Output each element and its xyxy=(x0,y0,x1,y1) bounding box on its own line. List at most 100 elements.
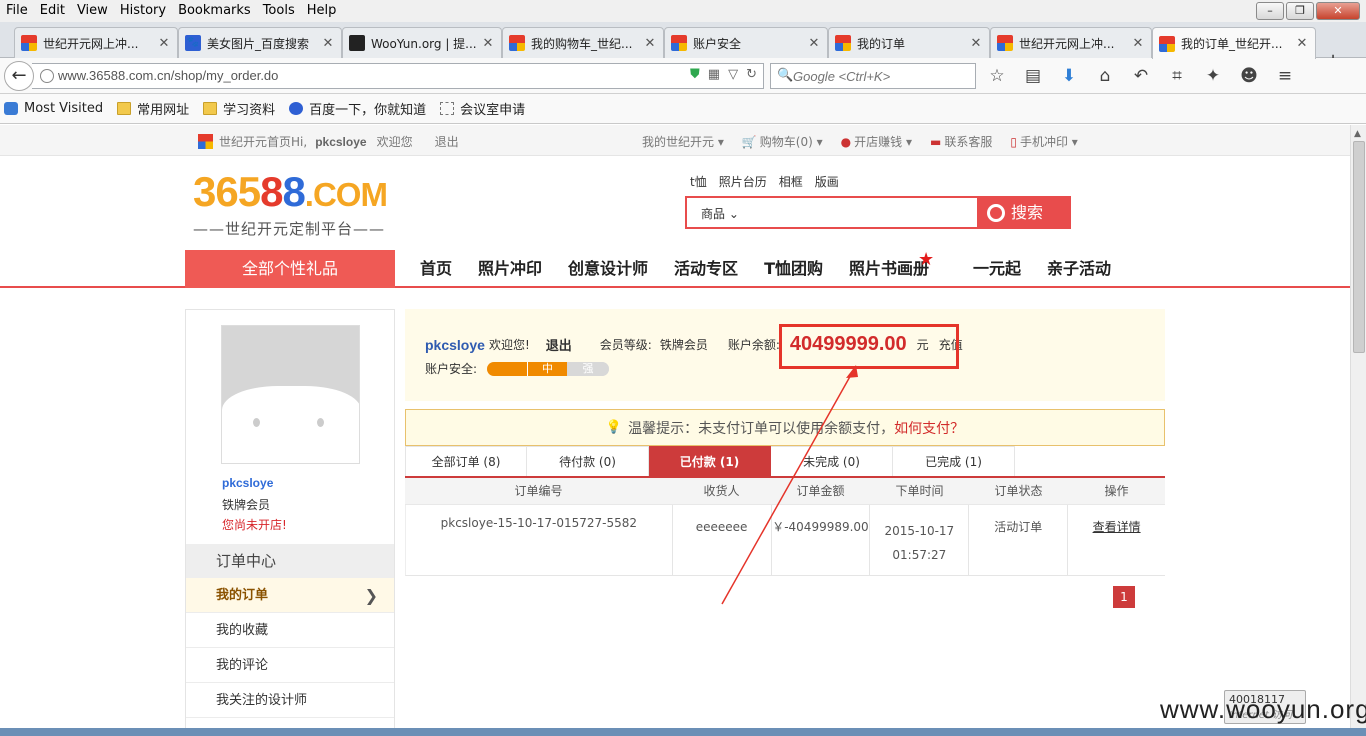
url-text[interactable]: www.36588.com.cn/shop/my_order.do xyxy=(58,68,278,83)
home-icon[interactable]: ⌂ xyxy=(1094,66,1116,86)
shield-icon[interactable]: ⛊ xyxy=(690,67,700,82)
tab-pending-payment[interactable]: 待付款 (0) xyxy=(527,446,649,476)
undo-icon[interactable]: ↶ xyxy=(1130,66,1152,86)
site-search-button[interactable]: 搜索 xyxy=(977,196,1071,229)
tab-2[interactable]: 🐾 美女图片_百度搜索 ✕ xyxy=(178,27,342,58)
nav-photo-book[interactable]: 照片书画册 xyxy=(849,250,929,288)
home-link[interactable]: 世纪开元首页 xyxy=(219,133,291,150)
nav-promotions[interactable]: 活动专区 xyxy=(674,250,738,288)
dropdown-icon[interactable]: ▽ xyxy=(728,67,738,82)
sidebar-item-my-orders[interactable]: 我的订单 ❯ xyxy=(186,578,394,613)
tab-5[interactable]: 账户安全 ✕ xyxy=(664,27,828,58)
all-gifts-menu[interactable]: 全部个性礼品 xyxy=(185,250,395,288)
tab-8-active[interactable]: 我的订单_世纪开... ✕ xyxy=(1152,27,1316,59)
tab-completed[interactable]: 已完成 (1) xyxy=(893,446,1015,476)
tab-close-icon[interactable]: ✕ xyxy=(969,36,983,51)
tab-7[interactable]: 世纪开元网上冲... ✕ xyxy=(990,27,1152,58)
hotword-tshirt[interactable]: t恤 xyxy=(690,173,707,190)
avatar[interactable] xyxy=(221,325,360,464)
sidebar-item-reviews[interactable]: 我的评论 xyxy=(186,648,394,683)
menu-history[interactable]: History xyxy=(114,0,172,22)
col-action: 操作 xyxy=(1104,484,1129,498)
restore-button[interactable]: ❐ xyxy=(1286,2,1314,20)
qr-code-icon[interactable]: ▦ xyxy=(708,67,720,82)
bookmark-study[interactable]: 学习资料 xyxy=(203,99,275,118)
menu-view[interactable]: View xyxy=(71,0,114,22)
sidebar-username[interactable]: pkcsloye xyxy=(222,476,273,490)
order-table: 订单编号 收货人 订单金额 下单时间 订单状态 操作 pkcsloye-15-1… xyxy=(405,478,1165,576)
search-category-select[interactable]: 商品 ⌄ xyxy=(701,205,739,222)
open-shop-link[interactable]: ● 开店赚钱 ▾ xyxy=(841,133,912,150)
nav-photo-print[interactable]: 照片冲印 xyxy=(478,250,542,288)
nav-one-yuan[interactable]: 一元起 xyxy=(973,250,1021,288)
cart-link[interactable]: 🛒 购物车(0) ▾ xyxy=(742,133,823,150)
tab-label: WooYun.org | 提... xyxy=(371,36,477,51)
folder-icon xyxy=(117,102,132,115)
bookmark-common-sites[interactable]: 常用网址 xyxy=(117,99,189,118)
tab-paid[interactable]: 已付款 (1) xyxy=(649,446,771,476)
reload-icon[interactable]: ↻ xyxy=(746,67,757,82)
hotword-print[interactable]: 版画 xyxy=(815,173,839,190)
tab-close-icon[interactable]: ✕ xyxy=(1131,36,1145,51)
tab-close-icon[interactable]: ✕ xyxy=(643,36,657,51)
tab-close-icon[interactable]: ✕ xyxy=(481,36,495,51)
menu-edit[interactable]: Edit xyxy=(34,0,71,22)
my-account-link[interactable]: 我的世纪开元 ▾ xyxy=(642,133,724,150)
tab-6[interactable]: 我的订单 ✕ xyxy=(828,27,990,58)
nav-designers[interactable]: 创意设计师 xyxy=(568,250,648,288)
close-window-button[interactable]: ✕ xyxy=(1316,2,1360,20)
web-search-input[interactable] xyxy=(793,67,971,85)
view-details-link[interactable]: 查看详情 xyxy=(1068,505,1165,575)
scrollbar-thumb[interactable] xyxy=(1353,141,1365,353)
scroll-up-arrow-icon[interactable]: ▲ xyxy=(1354,129,1361,139)
tab-close-icon[interactable]: ✕ xyxy=(1295,36,1309,51)
tab-4[interactable]: 我的购物车_世纪... ✕ xyxy=(502,27,664,58)
menu-help[interactable]: Help xyxy=(301,0,343,22)
nav-family[interactable]: 亲子活动 xyxy=(1047,250,1111,288)
sidebar-item-followed-designers[interactable]: 我关注的设计师 xyxy=(186,683,394,718)
tab-close-icon[interactable]: ✕ xyxy=(321,36,335,51)
tab-incomplete[interactable]: 未完成 (0) xyxy=(771,446,893,476)
wooyun-favicon-icon xyxy=(349,35,365,51)
contact-service-link[interactable]: ▬ 联系客服 xyxy=(930,133,992,150)
bookmark-baidu[interactable]: 百度一下，你就知道 xyxy=(289,99,426,118)
top-username[interactable]: pkcsloye xyxy=(315,135,366,149)
tab-all-orders[interactable]: 全部订单 (8) xyxy=(405,446,527,476)
site-search-input[interactable] xyxy=(745,202,975,224)
globe-icon xyxy=(40,69,54,83)
hotword-frame[interactable]: 相框 xyxy=(779,173,803,190)
web-search-box[interactable]: 🔍 xyxy=(770,63,976,89)
crop-icon[interactable]: ⌗ xyxy=(1166,66,1188,86)
nav-home[interactable]: 首页 xyxy=(420,250,452,288)
page-1-button[interactable]: 1 xyxy=(1113,586,1135,608)
account-logout-link[interactable]: 退出 xyxy=(546,335,572,354)
download-icon[interactable]: ⬇ xyxy=(1058,66,1080,86)
tab-3[interactable]: WooYun.org | 提... ✕ xyxy=(342,27,502,58)
tab-close-icon[interactable]: ✕ xyxy=(157,36,171,51)
bookmark-most-visited[interactable]: Most Visited xyxy=(4,101,103,116)
tab-label: 美女图片_百度搜索 xyxy=(207,36,310,51)
minimize-button[interactable]: – xyxy=(1256,2,1284,20)
tab-close-icon[interactable]: ✕ xyxy=(807,36,821,51)
hamburger-menu-icon[interactable]: ≡ xyxy=(1274,66,1296,86)
hotword-calendar[interactable]: 照片台历 xyxy=(719,173,767,190)
nav-tshirt-group[interactable]: T恤团购 xyxy=(764,250,823,288)
menu-tools[interactable]: Tools xyxy=(257,0,301,22)
site-logo[interactable]: 36588.COM ——世纪开元定制平台—— xyxy=(193,171,393,239)
sidebar-item-favorites[interactable]: 我的收藏 xyxy=(186,613,394,648)
how-to-pay-link[interactable]: 如何支付？ xyxy=(894,418,964,438)
extension-icon[interactable]: ✦ xyxy=(1202,66,1224,86)
smiley-icon[interactable]: ☻ xyxy=(1238,66,1260,86)
reading-list-icon[interactable]: ▤ xyxy=(1022,66,1044,86)
top-logout-link[interactable]: 退出 xyxy=(435,133,459,150)
account-username[interactable]: pkcsloye xyxy=(425,337,485,353)
bookmark-meeting-room[interactable]: 会议室申请 xyxy=(440,99,525,118)
mobile-print-link[interactable]: ▯ 手机冲印 ▾ xyxy=(1010,133,1077,150)
star-icon[interactable]: ☆ xyxy=(986,66,1008,86)
page-scrollbar[interactable]: ▲ xyxy=(1350,125,1366,736)
menu-bookmarks[interactable]: Bookmarks xyxy=(172,0,257,22)
menu-file[interactable]: File xyxy=(0,0,34,22)
url-bar[interactable]: www.36588.com.cn/shop/my_order.do ⛊ ▦ ▽ … xyxy=(32,63,764,89)
back-button[interactable]: ← xyxy=(4,61,34,91)
tab-1[interactable]: 世纪开元网上冲... ✕ xyxy=(14,27,178,58)
